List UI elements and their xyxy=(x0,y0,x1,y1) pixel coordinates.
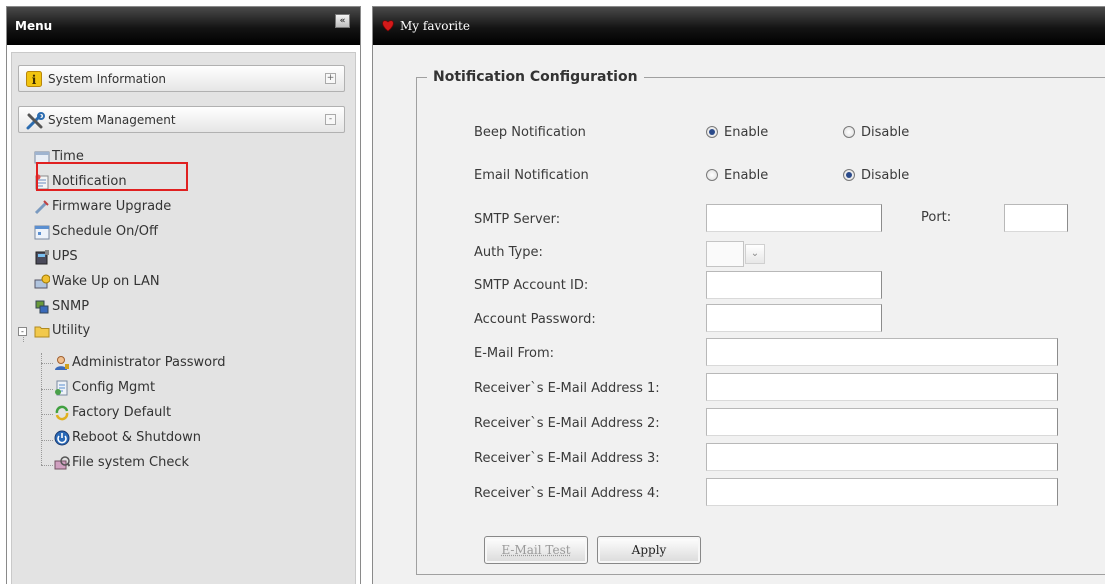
radio-selected-icon xyxy=(706,126,718,138)
auth-type-label: Auth Type: xyxy=(474,245,543,260)
receiver-4-label: Receiver`s E-Mail Address 4: xyxy=(474,486,660,501)
email-disable-radio[interactable]: Disable xyxy=(843,168,909,183)
chevron-down-icon[interactable]: ⌄ xyxy=(745,244,765,264)
tree-guide xyxy=(41,414,53,415)
radio-label: Disable xyxy=(861,125,909,140)
menu-panel: Menu « i System Information + System Man… xyxy=(6,6,361,584)
item-label: Schedule On/Off xyxy=(52,224,158,239)
collapse-icon[interactable]: - xyxy=(325,114,336,125)
radio-unselected-icon xyxy=(843,126,855,138)
selected-item-highlight xyxy=(36,162,188,191)
item-label: Config Mgmt xyxy=(72,380,155,395)
favorite-header: My favorite xyxy=(373,7,1105,45)
receiver-4-input[interactable] xyxy=(706,478,1058,506)
utility-collapse-icon[interactable]: - xyxy=(18,327,27,336)
group-system-information[interactable]: i System Information + xyxy=(18,65,345,92)
content-panel: My favorite Notification Configuration B… xyxy=(372,6,1105,584)
menu-title: Menu xyxy=(15,19,52,33)
item-label: Wake Up on LAN xyxy=(52,274,160,289)
item-label: UPS xyxy=(52,249,78,264)
smtp-account-input[interactable] xyxy=(706,271,882,299)
tree-guide xyxy=(41,353,42,465)
mail-from-label: E-Mail From: xyxy=(474,346,554,361)
beep-disable-radio[interactable]: Disable xyxy=(843,125,909,140)
receiver-1-input[interactable] xyxy=(706,373,1058,401)
tree-guide xyxy=(41,465,53,466)
tree-guide xyxy=(41,440,53,441)
radio-selected-icon xyxy=(843,169,855,181)
port-label: Port: xyxy=(921,210,951,225)
account-password-label: Account Password: xyxy=(474,312,596,327)
group-system-management[interactable]: System Management - xyxy=(18,106,345,133)
tools-icon xyxy=(26,112,42,128)
item-label: Reboot & Shutdown xyxy=(72,430,201,445)
menu-header: Menu « xyxy=(7,7,360,45)
auth-type-select[interactable]: ⌄ xyxy=(706,241,769,267)
firmware-icon xyxy=(34,199,50,215)
port-input[interactable] xyxy=(1004,204,1068,232)
apply-button[interactable]: Apply xyxy=(597,536,701,564)
smtp-server-label: SMTP Server: xyxy=(474,212,560,227)
folder-icon xyxy=(34,323,50,339)
group-label: System Management xyxy=(48,113,176,127)
item-label: Firmware Upgrade xyxy=(52,199,171,214)
info-icon: i xyxy=(26,71,42,87)
config-icon xyxy=(54,380,70,396)
admin-icon xyxy=(54,355,70,371)
svg-text:i: i xyxy=(32,73,37,87)
item-label: Administrator Password xyxy=(72,355,225,370)
radio-label: Disable xyxy=(861,168,909,183)
filesystem-icon xyxy=(54,455,70,471)
factory-default-icon xyxy=(54,405,70,421)
notification-configuration: Notification Configuration Beep Notifica… xyxy=(416,69,1105,575)
email-enable-radio[interactable]: Enable xyxy=(706,168,768,183)
smtp-server-input[interactable] xyxy=(706,204,882,232)
beep-notification-label: Beep Notification xyxy=(474,125,586,140)
radio-label: Enable xyxy=(724,168,768,183)
wake-lan-icon xyxy=(34,274,50,290)
account-password-input[interactable] xyxy=(706,304,882,332)
radio-unselected-icon xyxy=(706,169,718,181)
group-label: System Information xyxy=(48,72,166,86)
receiver-3-label: Receiver`s E-Mail Address 3: xyxy=(474,451,660,466)
section-title: Notification Configuration xyxy=(427,69,644,85)
receiver-1-label: Receiver`s E-Mail Address 1: xyxy=(474,381,660,396)
auth-type-value xyxy=(706,241,744,267)
favorite-title: My favorite xyxy=(400,19,470,33)
expand-icon[interactable]: + xyxy=(325,73,336,84)
item-label: File system Check xyxy=(72,455,189,470)
receiver-2-input[interactable] xyxy=(706,408,1058,436)
power-icon xyxy=(54,430,70,446)
mail-from-input[interactable] xyxy=(706,338,1058,366)
email-test-button[interactable]: E-Mail Test xyxy=(484,536,588,564)
item-label: SNMP xyxy=(52,299,89,314)
beep-enable-radio[interactable]: Enable xyxy=(706,125,768,140)
smtp-account-label: SMTP Account ID: xyxy=(474,278,588,293)
email-notification-label: Email Notification xyxy=(474,168,589,183)
ups-icon xyxy=(34,249,50,265)
item-label: Utility xyxy=(52,323,90,338)
snmp-icon xyxy=(34,299,50,315)
receiver-3-input[interactable] xyxy=(706,443,1058,471)
receiver-2-label: Receiver`s E-Mail Address 2: xyxy=(474,416,660,431)
heart-icon[interactable] xyxy=(381,19,395,32)
tree-guide xyxy=(41,389,53,390)
item-label: Factory Default xyxy=(72,405,171,420)
tree-guide xyxy=(41,363,53,364)
radio-label: Enable xyxy=(724,125,768,140)
menu-body: i System Information + System Management… xyxy=(11,52,356,584)
collapse-menu-button[interactable]: « xyxy=(335,14,350,28)
schedule-icon xyxy=(34,224,50,240)
